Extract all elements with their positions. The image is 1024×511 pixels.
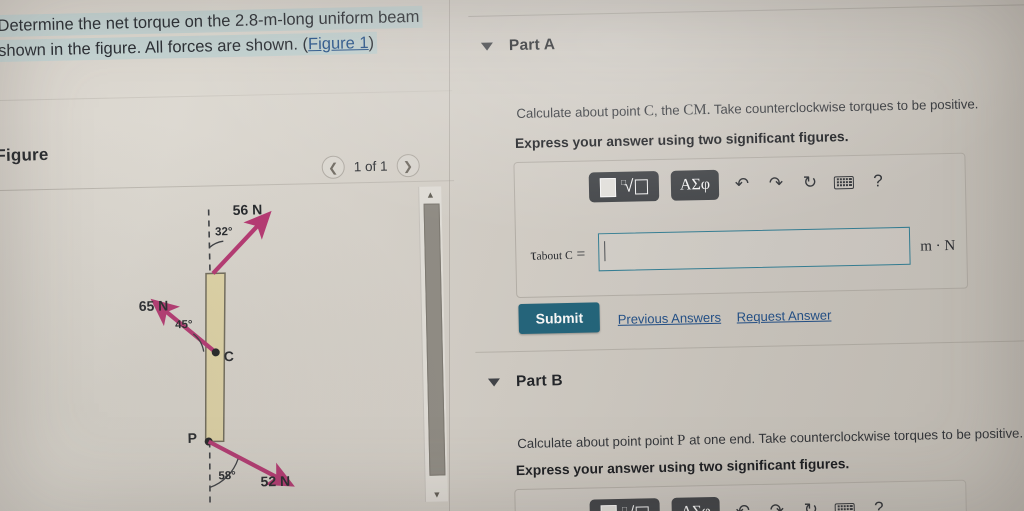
undo-arrow-icon[interactable]: ↶ [732, 500, 754, 511]
redo-arrow-icon[interactable]: ↷ [766, 499, 788, 511]
part-a-request-answer-link[interactable]: Request Answer [737, 307, 832, 324]
part-a-submit-button[interactable]: Submit [518, 302, 601, 335]
angle-label-58: 58° [218, 470, 236, 482]
figure-1-link[interactable]: Figure 1 [308, 34, 369, 53]
answer-pane: Part A Calculate about point C, the CM. … [468, 0, 1024, 511]
part-a-answer-units: m · N [920, 237, 956, 255]
part-a-prompt-pre: Calculate about point [516, 103, 645, 122]
part-b-prompt-post: Take counterclockwise torques to be posi… [754, 425, 1024, 447]
part-a-answer-box: □ √ ΑΣφ ↶ ↷ ↻ ? τabout C = m · N [513, 152, 969, 299]
figure-pager: ❮ 1 of 1 ❯ [321, 153, 420, 180]
part-a-answer-input[interactable] [597, 226, 911, 272]
figure-heading: Figure [0, 144, 49, 166]
part-a-symbol-C: C [643, 103, 655, 120]
text-cursor [604, 241, 606, 262]
part-b-instruction: Express your answer using two significan… [515, 456, 850, 479]
part-a-prompt-post: Take counterclockwise torques to be posi… [710, 96, 979, 117]
figure-prev-button[interactable]: ❮ [321, 155, 345, 180]
help-button[interactable]: ? [868, 497, 890, 511]
part-b-answer-box: □√ ΑΣφ ↶ ↷ ↻ ? [514, 479, 970, 511]
caret-down-icon[interactable] [487, 378, 501, 387]
part-a-prompt-mid: , the [653, 102, 684, 119]
equals-sign: = [576, 245, 586, 263]
problem-text-after-link: ) [368, 33, 375, 52]
problem-statement: Determine the net torque on the 2.8-m-lo… [0, 4, 447, 64]
reset-circle-icon[interactable]: ↻ [799, 172, 821, 194]
part-a-instruction: Express your answer using two significan… [514, 129, 849, 152]
angle-arc-32 [209, 240, 224, 248]
tau-subscript: about C [536, 249, 573, 263]
scrollbar-down-icon[interactable]: ▼ [426, 486, 448, 501]
math-template-button[interactable]: □√ [589, 498, 661, 511]
part-a-header[interactable]: Part A [480, 36, 556, 56]
part-b-divider [475, 339, 1024, 353]
figure-pane: Determine the net torque on the 2.8-m-lo… [0, 0, 463, 511]
pane-separator [449, 0, 450, 511]
bottom-reference-dashed-line [208, 441, 211, 504]
redo-arrow-icon[interactable]: ↷ [765, 172, 787, 194]
problem-statement-text: Determine the net torque on the 2.8-m-lo… [0, 5, 423, 63]
scrollbar-up-icon[interactable]: ▲ [419, 186, 441, 201]
template-box-icon [600, 177, 617, 197]
top-rule [468, 4, 1024, 17]
keyboard-icon[interactable] [834, 498, 856, 511]
force-label-65N: 65 N [139, 297, 169, 314]
panel-divider-top [0, 90, 453, 102]
part-b-prompt-mid: at one end. [685, 431, 756, 448]
angle-label-45: 45° [175, 319, 193, 331]
part-b-prompt: Calculate about point point P at one end… [517, 424, 1023, 453]
part-a-previous-answers-link[interactable]: Previous Answers [618, 310, 722, 327]
nth-root-icon: □√ [620, 503, 649, 511]
part-a-math-toolbar: □ √ ΑΣφ ↶ ↷ ↻ ? [588, 166, 890, 203]
figure-next-button[interactable]: ❯ [396, 153, 420, 178]
part-b-prompt-pre: Calculate about point point [517, 432, 678, 452]
angle-label-32: 32° [215, 226, 233, 238]
figure-page-label: 1 of 1 [353, 158, 388, 175]
part-a-prompt: Calculate about point C, the CM. Take co… [516, 95, 978, 123]
reset-circle-icon[interactable]: ↻ [800, 499, 822, 511]
point-label-P: P [187, 430, 197, 446]
keyboard-icon[interactable] [833, 171, 855, 193]
math-template-button[interactable]: □√ [588, 171, 660, 203]
part-a-title: Part A [508, 36, 556, 55]
point-label-C: C [224, 348, 234, 364]
force-label-52N: 52 N [260, 473, 290, 490]
screenshot-root: Determine the net torque on the 2.8-m-lo… [0, 0, 1024, 511]
part-b-math-toolbar: □√ ΑΣφ ↶ ↷ ↻ ? [589, 493, 890, 511]
part-a-symbol-CM: CM. [683, 101, 711, 119]
scrollbar-thumb[interactable] [423, 203, 446, 476]
figure-scrollbar[interactable]: ▲ ▼ [418, 186, 449, 502]
undo-arrow-icon[interactable]: ↶ [731, 173, 753, 195]
nth-root-icon: □√ [619, 176, 648, 197]
greek-symbols-button[interactable]: ΑΣφ [671, 496, 721, 511]
template-box-icon [601, 504, 618, 511]
help-button[interactable]: ? [867, 170, 889, 192]
part-a-answer-label: τabout C = [530, 246, 585, 265]
top-reference-dashed-line [207, 209, 211, 274]
part-b-title: Part B [515, 372, 564, 391]
part-b-header[interactable]: Part B [487, 372, 564, 392]
caret-down-icon[interactable] [480, 42, 494, 51]
beam-diagram: 32° 56 N 45° 65 N C P 58° 52 N [139, 201, 295, 504]
greek-symbols-button[interactable]: ΑΣφ [670, 169, 720, 201]
force-label-56N: 56 N [232, 201, 262, 218]
